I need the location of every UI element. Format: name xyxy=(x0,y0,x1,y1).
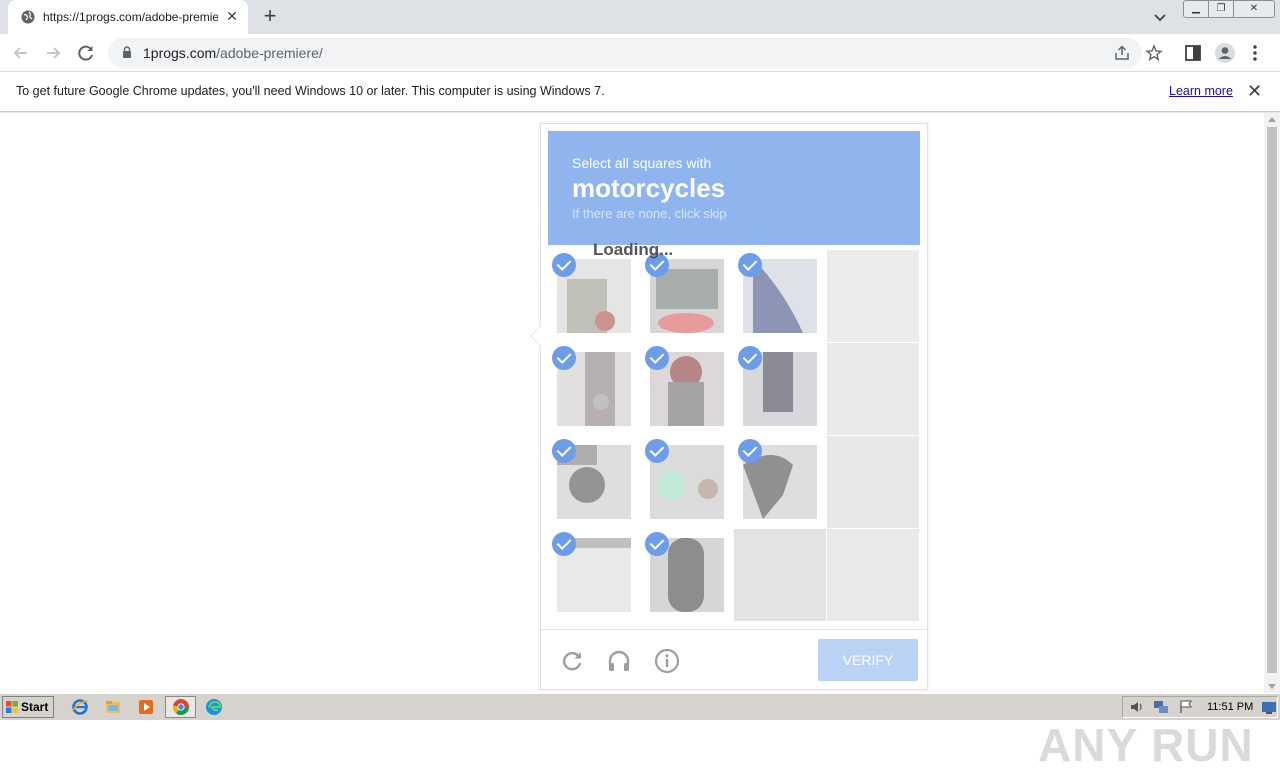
system-tray: 11:51 PM xyxy=(1122,696,1278,718)
url-host: 1progs.com xyxy=(143,45,217,61)
captcha-tile[interactable] xyxy=(548,343,640,435)
window-minimize-button[interactable]: ▁ xyxy=(1183,0,1209,18)
captcha-tile[interactable] xyxy=(641,436,733,528)
audio-headphones-icon[interactable] xyxy=(606,648,632,674)
scroll-down-arrow-icon[interactable] xyxy=(1268,684,1276,689)
reload-challenge-icon[interactable] xyxy=(559,648,585,674)
captcha-tile[interactable] xyxy=(734,436,826,528)
captcha-target: motorcycles xyxy=(572,173,726,203)
vertical-scrollbar[interactable] xyxy=(1264,113,1280,693)
internet-explorer-icon[interactable] xyxy=(71,698,89,716)
browser-tab[interactable]: https://1progs.com/adobe-premiere/ ✕ xyxy=(8,0,248,34)
bookmark-star-icon[interactable] xyxy=(1145,44,1163,62)
captcha-header: Select all squares with motorcycles If t… xyxy=(548,131,920,245)
start-button[interactable]: Start xyxy=(2,696,54,718)
page-viewport: Select all squares with motorcycles If t… xyxy=(0,113,1264,771)
selected-check-icon xyxy=(552,346,576,370)
captcha-tile[interactable] xyxy=(827,343,919,435)
menu-kebab-icon[interactable] xyxy=(1244,42,1266,64)
anyrun-watermark: ANY RUN xyxy=(1038,719,1254,771)
captcha-tile[interactable] xyxy=(548,436,640,528)
tile-image xyxy=(827,529,919,621)
tile-image xyxy=(827,250,919,342)
windows-taskbar: Start 11:51 PM xyxy=(0,693,1280,720)
file-explorer-icon[interactable] xyxy=(104,698,122,716)
selected-check-icon xyxy=(645,532,669,556)
edge-icon[interactable] xyxy=(205,698,223,716)
captcha-tile[interactable] xyxy=(641,250,733,342)
captcha-image-grid xyxy=(548,250,920,622)
captcha-tile[interactable] xyxy=(827,436,919,528)
selected-check-icon xyxy=(738,253,762,277)
reload-icon[interactable] xyxy=(75,42,97,64)
captcha-instruction: Select all squares with xyxy=(572,155,712,171)
captcha-tile[interactable] xyxy=(641,343,733,435)
selected-check-icon xyxy=(645,439,669,463)
scroll-up-arrow-icon[interactable] xyxy=(1268,117,1276,122)
selected-check-icon xyxy=(552,532,576,556)
url-path: /adobe-premiere/ xyxy=(216,45,323,61)
url-text[interactable]: 1progs.com/adobe-premiere/ xyxy=(143,45,323,61)
captcha-tile[interactable] xyxy=(734,343,826,435)
tile-image xyxy=(827,343,919,435)
window-close-button[interactable]: ✕ xyxy=(1233,0,1275,18)
scroll-thumb[interactable] xyxy=(1267,127,1277,673)
media-player-icon[interactable] xyxy=(137,698,155,716)
action-center-flag-icon[interactable] xyxy=(1178,700,1194,714)
selected-check-icon xyxy=(738,346,762,370)
forward-arrow-icon[interactable] xyxy=(42,42,64,64)
tile-image xyxy=(827,436,919,528)
globe-icon xyxy=(21,10,35,24)
captcha-tile[interactable] xyxy=(641,529,733,621)
volume-icon[interactable] xyxy=(1129,700,1145,714)
lock-icon[interactable] xyxy=(122,46,132,58)
chrome-taskbar-button[interactable] xyxy=(165,696,196,718)
verify-button[interactable]: VERIFY xyxy=(818,639,918,681)
captcha-challenge: Select all squares with motorcycles If t… xyxy=(530,123,928,690)
info-icon[interactable] xyxy=(654,648,680,674)
captcha-hint: If there are none, click skip xyxy=(572,206,727,221)
captcha-tile[interactable] xyxy=(548,250,640,342)
selected-check-icon xyxy=(738,439,762,463)
captcha-tile[interactable] xyxy=(734,529,826,621)
taskbar-clock: 11:51 PM xyxy=(1207,701,1254,713)
back-arrow-icon[interactable] xyxy=(10,42,32,64)
network-icon[interactable] xyxy=(1153,700,1169,714)
update-infobar: To get future Google Chrome updates, you… xyxy=(0,72,1280,112)
profile-avatar-icon[interactable] xyxy=(1214,42,1236,64)
learn-more-link[interactable]: Learn more xyxy=(1169,84,1233,98)
captcha-tile[interactable] xyxy=(548,529,640,621)
start-label: Start xyxy=(21,700,49,714)
captcha-pointer xyxy=(530,326,550,346)
selected-check-icon xyxy=(645,346,669,370)
infobar-message: To get future Google Chrome updates, you… xyxy=(16,84,605,98)
captcha-tile[interactable] xyxy=(827,250,919,342)
show-desktop-icon[interactable] xyxy=(1261,701,1277,715)
tab-title: https://1progs.com/adobe-premiere/ xyxy=(43,10,218,24)
new-tab-button[interactable]: + xyxy=(258,5,282,29)
loading-text: Loading... xyxy=(593,240,674,259)
window-restore-button[interactable]: ❐ xyxy=(1208,0,1234,18)
share-icon[interactable] xyxy=(1113,44,1131,62)
side-panel-icon[interactable] xyxy=(1182,42,1204,64)
captcha-tile[interactable] xyxy=(734,250,826,342)
chrome-icon xyxy=(172,699,189,715)
infobar-close-icon[interactable]: ✕ xyxy=(1247,82,1262,100)
selected-check-icon xyxy=(552,439,576,463)
tile-image xyxy=(734,529,826,621)
tab-search-chevron-icon[interactable] xyxy=(1150,8,1170,26)
browser-toolbar: 1progs.com/adobe-premiere/ xyxy=(0,34,1280,72)
tab-strip: https://1progs.com/adobe-premiere/ ✕ + ▁… xyxy=(0,0,1280,34)
tab-close-icon[interactable]: ✕ xyxy=(224,8,240,24)
selected-check-icon xyxy=(552,253,576,277)
captcha-footer: VERIFY xyxy=(541,629,927,690)
windows-logo-icon xyxy=(6,701,18,713)
address-bar[interactable]: 1progs.com/adobe-premiere/ xyxy=(108,38,1163,68)
captcha-tile[interactable] xyxy=(827,529,919,621)
